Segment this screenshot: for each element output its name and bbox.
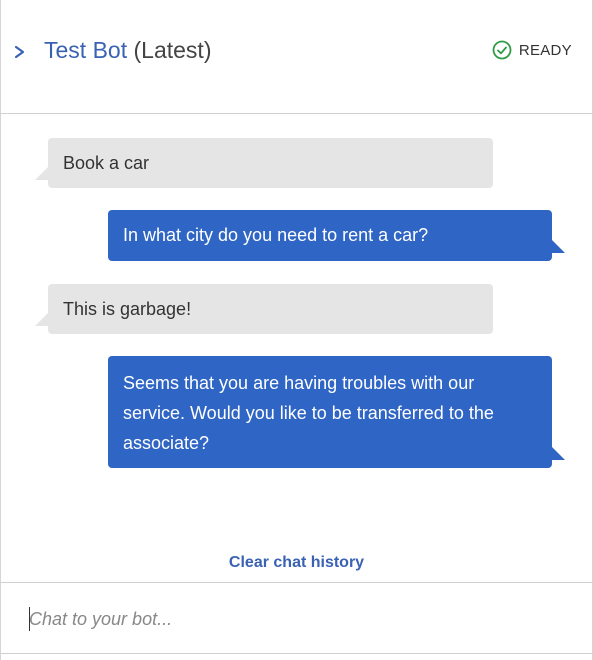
status-indicator: READY bbox=[492, 40, 572, 60]
message-text: This is garbage! bbox=[63, 299, 192, 319]
message-text: In what city do you need to rent a car? bbox=[123, 225, 429, 245]
chevron-right-icon[interactable] bbox=[13, 42, 27, 62]
bot-version-label: (Latest) bbox=[133, 37, 212, 63]
bot-message: Seems that you are having troubles with … bbox=[108, 356, 565, 468]
message-text: Book a car bbox=[63, 153, 150, 173]
message-text: Seems that you are having troubles with … bbox=[123, 373, 494, 453]
bot-message: In what city do you need to rent a car? bbox=[108, 210, 565, 261]
panel-header: Test Bot (Latest) READY bbox=[1, 0, 592, 114]
status-text: READY bbox=[518, 41, 572, 59]
chat-input-area bbox=[1, 582, 592, 654]
bot-title: Test Bot (Latest) bbox=[44, 36, 211, 64]
user-message: This is garbage! bbox=[35, 284, 493, 334]
user-message: Book a car bbox=[35, 138, 493, 188]
check-circle-icon bbox=[492, 40, 512, 60]
test-bot-panel: Test Bot (Latest) READY Book a car In wh… bbox=[0, 0, 593, 660]
text-cursor bbox=[29, 607, 30, 631]
chat-messages: Book a car In what city do you need to r… bbox=[1, 115, 592, 580]
bot-name-link[interactable]: Test Bot bbox=[44, 37, 127, 63]
chat-input[interactable] bbox=[29, 605, 569, 633]
clear-chat-history-link[interactable]: Clear chat history bbox=[1, 554, 592, 572]
